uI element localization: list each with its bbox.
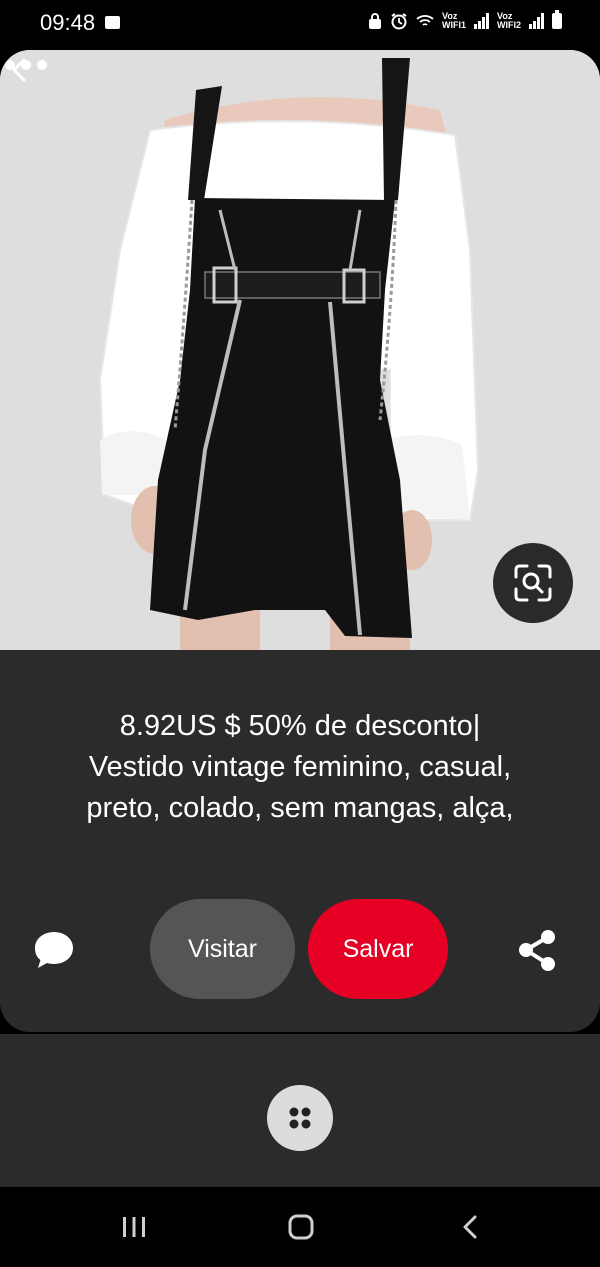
comment-icon[interactable] [30,926,78,974]
pin-title: 8.92US $ 50% de desconto| Vestido vintag… [30,706,570,829]
pin-title-line: preto, colado, sem mangas, alça, [86,792,514,824]
wifi-icon [416,15,434,26]
visual-search-button[interactable] [493,543,573,623]
lock-icon [369,13,381,29]
pin-closeup-card [0,50,600,1032]
signal-icon [529,13,544,29]
home-icon[interactable] [287,1213,315,1241]
status-bar: 09:48 Voz WIFI1 Voz WIFI2 [0,0,600,48]
save-button[interactable]: Salvar [308,899,448,999]
alarm-icon [391,13,407,30]
pin-image[interactable] [0,50,600,650]
status-icons: Voz WIFI1 Voz WIFI2 [368,10,562,30]
gallery-icon [105,16,120,29]
more-options-icon[interactable] [0,50,52,80]
pin-title-line: Vestido vintage feminino, casual, [88,751,512,783]
sim1-label: Voz WIFI1 [442,11,466,30]
share-icon[interactable] [512,926,562,976]
signal-icon [474,13,489,29]
sim2-label: Voz WIFI2 [497,11,521,30]
pin-title-line: 8.92US $ 50% de desconto| [119,710,481,742]
recent-apps-icon[interactable] [120,1214,148,1240]
explore-more-button[interactable] [267,1085,333,1151]
status-time: 09:48 [40,10,96,35]
nav-back-icon[interactable] [458,1213,482,1241]
lens-search-icon [514,564,552,602]
dots-icon [289,1107,311,1129]
visit-button[interactable]: Visitar [150,899,295,999]
battery-icon [552,10,562,29]
